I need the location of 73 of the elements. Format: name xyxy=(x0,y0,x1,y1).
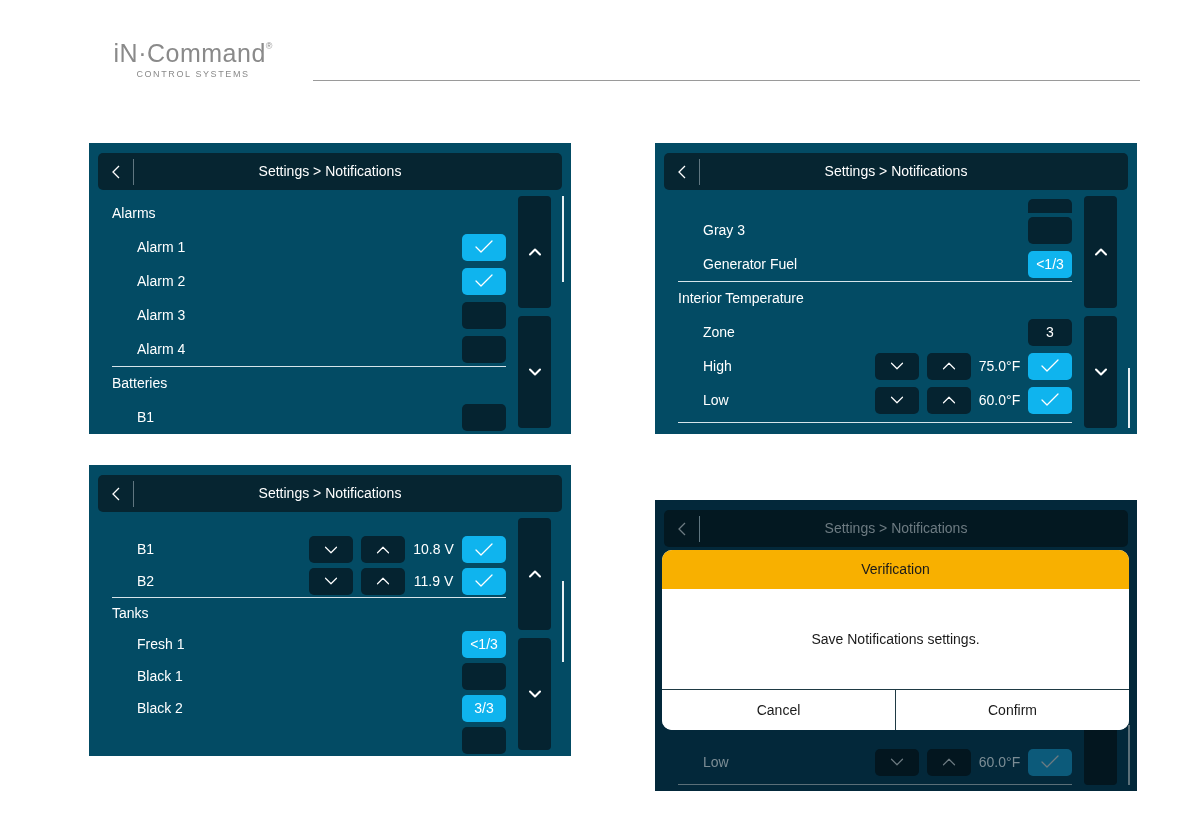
threshold-reading: 60.0°F xyxy=(977,390,1022,410)
scrollbar-thumb[interactable] xyxy=(1128,724,1130,785)
decrease-button[interactable] xyxy=(875,748,919,776)
screen-title: Settings > Notifications xyxy=(823,162,969,181)
logo-wordmark: iN·Command xyxy=(113,40,266,66)
increase-button[interactable] xyxy=(927,386,971,414)
screen-title: Settings > Notifications xyxy=(823,519,969,538)
scroll-up-button[interactable] xyxy=(518,518,551,630)
setting-label: B2 xyxy=(136,571,156,591)
increase-button[interactable] xyxy=(927,352,971,380)
logo-tagline: CONTROL SYSTEMS xyxy=(136,68,250,80)
scroll-down-button[interactable] xyxy=(518,638,551,750)
setting-label: B1 xyxy=(136,407,156,427)
increase-button[interactable] xyxy=(927,748,971,776)
checkbox[interactable] xyxy=(462,536,506,564)
checkbox[interactable] xyxy=(462,727,506,755)
dialog-title: Verification xyxy=(861,560,930,579)
registered-mark: ® xyxy=(265,40,273,51)
screen-title: Settings > Notifications xyxy=(257,484,403,503)
back-icon xyxy=(677,521,686,536)
decrease-button[interactable] xyxy=(875,352,919,380)
setting-label: High xyxy=(702,356,733,376)
section-heading: Interior Temperature xyxy=(678,289,804,308)
threshold-reading: 10.8 V xyxy=(412,540,455,560)
setting-label: Black 1 xyxy=(136,667,184,687)
level-button[interactable]: 3 xyxy=(1028,318,1072,346)
increase-button[interactable] xyxy=(361,567,405,595)
setting-label: Generator Fuel xyxy=(702,254,799,274)
setting-label: B1 xyxy=(136,540,156,560)
setting-label: Low xyxy=(702,752,730,772)
setting-label: Gray 3 xyxy=(702,220,746,240)
checkbox[interactable] xyxy=(462,233,506,261)
scrollbar-thumb[interactable] xyxy=(1128,367,1130,428)
setting-label: Low xyxy=(702,390,730,410)
decrease-button[interactable] xyxy=(309,567,353,595)
checkbox[interactable] xyxy=(462,567,506,595)
section-heading: Tanks xyxy=(112,604,149,624)
checkbox[interactable] xyxy=(462,301,506,329)
checkbox[interactable] xyxy=(462,663,506,691)
setting-label: Alarm 1 xyxy=(136,237,187,257)
setting-label: Fresh 1 xyxy=(136,635,186,655)
setting-label: Alarm 2 xyxy=(136,271,187,291)
scroll-up-button[interactable] xyxy=(518,196,551,308)
threshold-reading: 60.0°F xyxy=(977,752,1022,772)
setting-label: Black 2 xyxy=(136,698,184,718)
checkbox[interactable] xyxy=(1028,748,1072,776)
checkbox[interactable] xyxy=(462,403,506,431)
scroll-up-button[interactable] xyxy=(1084,196,1117,308)
scroll-down-button[interactable] xyxy=(1084,316,1117,428)
increase-button[interactable] xyxy=(361,536,405,564)
back-icon xyxy=(677,164,686,179)
scroll-down-button[interactable] xyxy=(518,316,551,428)
setting-label: Zone xyxy=(702,322,736,342)
checkbox[interactable] xyxy=(462,267,506,295)
section-heading: Batteries xyxy=(112,374,168,393)
section-heading: Alarms xyxy=(112,203,156,223)
scrollbar-thumb[interactable] xyxy=(562,580,564,662)
checkbox[interactable] xyxy=(1028,216,1072,244)
checkbox[interactable] xyxy=(1028,386,1072,414)
back-icon xyxy=(111,164,120,179)
back-icon xyxy=(111,486,120,501)
screen-title: Settings > Notifications xyxy=(257,162,403,181)
dialog-message: Save Notifications settings. xyxy=(811,629,980,649)
checkbox[interactable] xyxy=(1028,352,1072,380)
decrease-button[interactable] xyxy=(309,536,353,564)
threshold-reading: 75.0°F xyxy=(977,356,1022,376)
threshold-reading: 11.9 V xyxy=(412,571,455,591)
decrease-button[interactable] xyxy=(875,386,919,414)
scrollbar-thumb[interactable] xyxy=(562,196,564,282)
setting-label: Alarm 3 xyxy=(136,305,187,325)
dialog-button[interactable]: Confirm xyxy=(895,690,1129,730)
setting-label: Alarm 4 xyxy=(136,339,187,359)
checkbox[interactable] xyxy=(462,335,506,363)
